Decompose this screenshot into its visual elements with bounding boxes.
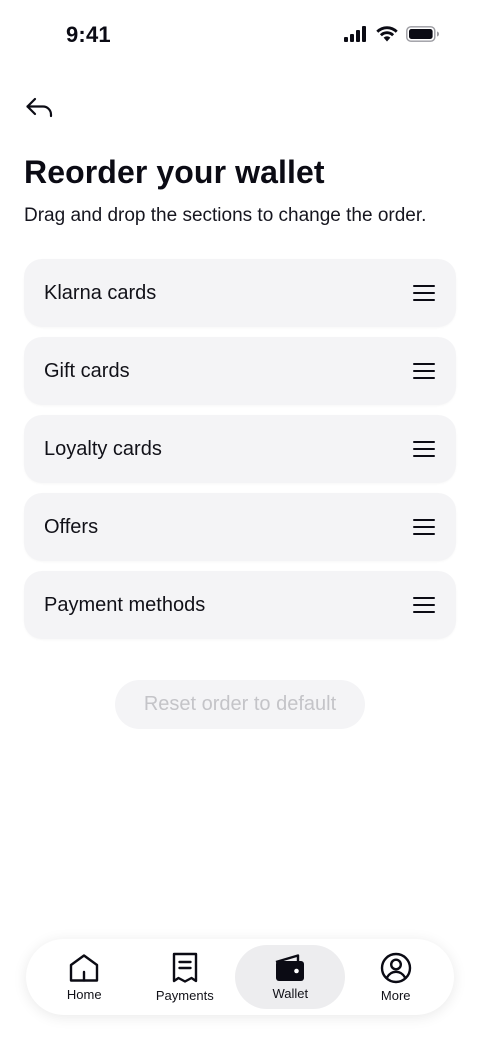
section-label: Klarna cards (44, 281, 157, 304)
section-list: Klarna cards Gift cards Loyalty cards Of… (24, 259, 456, 649)
cellular-signal-icon (344, 26, 368, 42)
reorder-wallet-screen: 9:41 Reorder your wallet Drag and drop t… (0, 0, 480, 1040)
status-time: 9:41 (66, 22, 111, 47)
drag-handle-icon[interactable] (412, 283, 436, 303)
section-label: Payment methods (44, 593, 206, 616)
home-icon (68, 953, 100, 983)
page-title: Reorder your wallet (24, 154, 325, 190)
tab-payments[interactable]: Payments (135, 945, 236, 1009)
section-item-loyalty-cards[interactable]: Loyalty cards (24, 415, 456, 483)
profile-icon (380, 952, 412, 984)
back-button[interactable] (20, 92, 60, 128)
status-bar: 9:41 (0, 0, 480, 72)
tab-home[interactable]: Home (34, 945, 135, 1009)
drag-handle-icon[interactable] (412, 361, 436, 381)
drag-handle-icon[interactable] (412, 517, 436, 537)
tab-wallet[interactable]: Wallet (235, 945, 346, 1009)
section-item-payment-methods[interactable]: Payment methods (24, 571, 456, 639)
section-item-offers[interactable]: Offers (24, 493, 456, 561)
tab-label: More (380, 987, 411, 1003)
wallet-icon (274, 953, 306, 982)
battery-icon (406, 26, 440, 42)
tab-bar: Home Payments Wallet More (26, 939, 454, 1015)
drag-handle-icon[interactable] (412, 595, 436, 615)
drag-handle-icon[interactable] (412, 439, 436, 459)
reset-order-button[interactable]: Reset order to default (115, 680, 365, 729)
section-label: Offers (44, 515, 99, 538)
tab-label: Wallet (272, 985, 309, 1001)
section-item-gift-cards[interactable]: Gift cards (24, 337, 456, 405)
tab-label: Payments (155, 987, 214, 1003)
section-label: Gift cards (44, 359, 130, 382)
back-arrow-icon (25, 97, 55, 124)
tab-more[interactable]: More (345, 945, 446, 1009)
status-icons (344, 26, 440, 42)
page-subtitle: Drag and drop the sections to change the… (24, 205, 427, 226)
section-item-klarna-cards[interactable]: Klarna cards (24, 259, 456, 327)
receipt-icon (171, 952, 199, 984)
wifi-icon (376, 26, 398, 42)
section-label: Loyalty cards (44, 437, 162, 460)
tab-label: Home (66, 986, 102, 1002)
